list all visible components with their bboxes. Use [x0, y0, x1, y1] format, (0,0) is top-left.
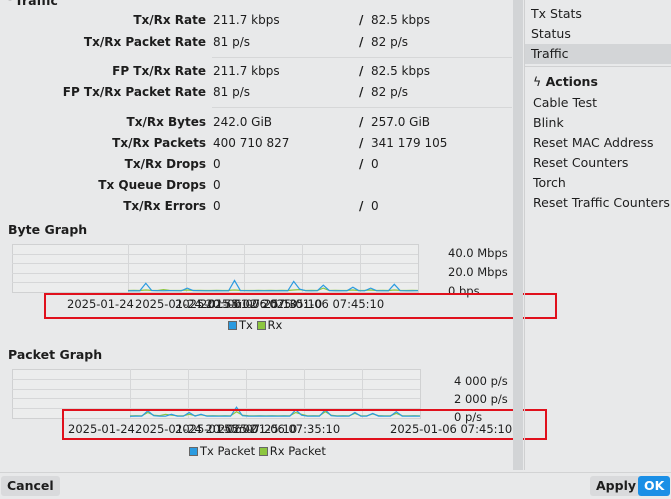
stat-separator: /	[359, 115, 364, 129]
footer-bar	[0, 472, 671, 499]
plot-background	[12, 244, 419, 293]
action-reset-traffic-counters[interactable]: Reset Traffic Counters	[525, 193, 671, 213]
stat-label: Tx/Rx Drops	[124, 157, 206, 171]
stat-rx-value: 0	[371, 157, 379, 171]
stat-separator: /	[359, 64, 364, 78]
y-tick-label: 4 000 p/s	[454, 374, 508, 389]
stat-tx-value: 211.7 kbps	[213, 64, 280, 78]
stat-label: Tx/Rx Packet Rate	[83, 35, 206, 49]
stat-rx-value: 257.0 GiB	[371, 115, 431, 129]
scrollbar[interactable]	[513, 0, 523, 470]
stat-tx-value: 81 p/s	[213, 35, 250, 49]
stat-separator: /	[359, 13, 364, 27]
divider	[525, 66, 671, 67]
stat-rx-value: 0	[371, 199, 379, 213]
collapse-icon[interactable]: ˄	[8, 0, 15, 7]
cancel-button[interactable]: Cancel	[1, 476, 60, 496]
action-cable-test[interactable]: Cable Test	[525, 93, 671, 113]
packet-graph-legend: Tx Packet Rx Packet	[189, 444, 326, 458]
action-reset-mac-address[interactable]: Reset MAC Address	[525, 133, 671, 153]
highlight-box	[62, 409, 547, 440]
stat-tx-value: 0	[213, 178, 221, 192]
plot-area	[12, 244, 419, 293]
divider	[212, 57, 512, 58]
stat-label: Tx/Rx Packets	[112, 136, 206, 150]
stat-tx-value: 0	[213, 199, 221, 213]
lightning-icon: ϟ	[533, 74, 542, 89]
stat-rx-value: 341 179 105	[371, 136, 448, 150]
divider	[212, 107, 512, 108]
tab-tx-stats[interactable]: Tx Stats	[525, 4, 671, 24]
tab-traffic[interactable]: Traffic	[525, 44, 671, 64]
action-torch[interactable]: Torch	[525, 173, 671, 193]
action-blink[interactable]: Blink	[525, 113, 671, 133]
stat-tx-value: 0	[213, 157, 221, 171]
tx-packet-swatch	[189, 447, 198, 456]
stat-separator: /	[359, 199, 364, 213]
tab-status[interactable]: Status	[525, 24, 671, 44]
packet-graph-title: Packet Graph	[8, 347, 103, 362]
stat-tx-value: 400 710 827	[213, 136, 290, 150]
action-reset-counters[interactable]: Reset Counters	[525, 153, 671, 173]
actions-header: ϟ Actions	[533, 74, 598, 89]
stat-separator: /	[359, 85, 364, 99]
stat-separator: /	[359, 136, 364, 150]
y-tick-label: 40.0 Mbps	[448, 245, 508, 260]
rx-swatch	[256, 321, 266, 330]
section-title: ˄ Traffic	[8, 0, 58, 8]
stat-tx-value: 242.0 GiB	[213, 115, 273, 129]
stat-label: Tx/Rx Rate	[133, 13, 206, 27]
rx-packet-swatch	[258, 447, 268, 456]
stat-label: FP Tx/Rx Rate	[112, 64, 206, 78]
stat-separator: /	[359, 157, 364, 171]
tx-swatch	[228, 321, 237, 330]
apply-button[interactable]: Apply	[590, 476, 643, 496]
stat-rx-value: 82.5 kbps	[371, 13, 430, 27]
stat-label: Tx/Rx Bytes	[126, 115, 206, 129]
stat-rx-value: 82 p/s	[371, 85, 408, 99]
divider	[524, 0, 525, 470]
y-tick-label: 20.0 Mbps	[448, 264, 508, 279]
byte-graph-legend: Tx Rx	[228, 318, 282, 332]
y-tick-label: 2 000 p/s	[454, 392, 508, 407]
stat-label: FP Tx/Rx Packet Rate	[62, 85, 206, 99]
ok-button[interactable]: OK	[638, 476, 671, 496]
stat-label: Tx Queue Drops	[98, 178, 206, 192]
stat-tx-value: 211.7 kbps	[213, 13, 280, 27]
stat-separator: /	[359, 35, 364, 49]
stat-rx-value: 82 p/s	[371, 35, 408, 49]
highlight-box	[44, 293, 557, 319]
stat-rx-value: 82.5 kbps	[371, 64, 430, 78]
stat-label: Tx/Rx Errors	[123, 199, 206, 213]
byte-graph-title: Byte Graph	[8, 222, 88, 237]
stat-tx-value: 81 p/s	[213, 85, 250, 99]
